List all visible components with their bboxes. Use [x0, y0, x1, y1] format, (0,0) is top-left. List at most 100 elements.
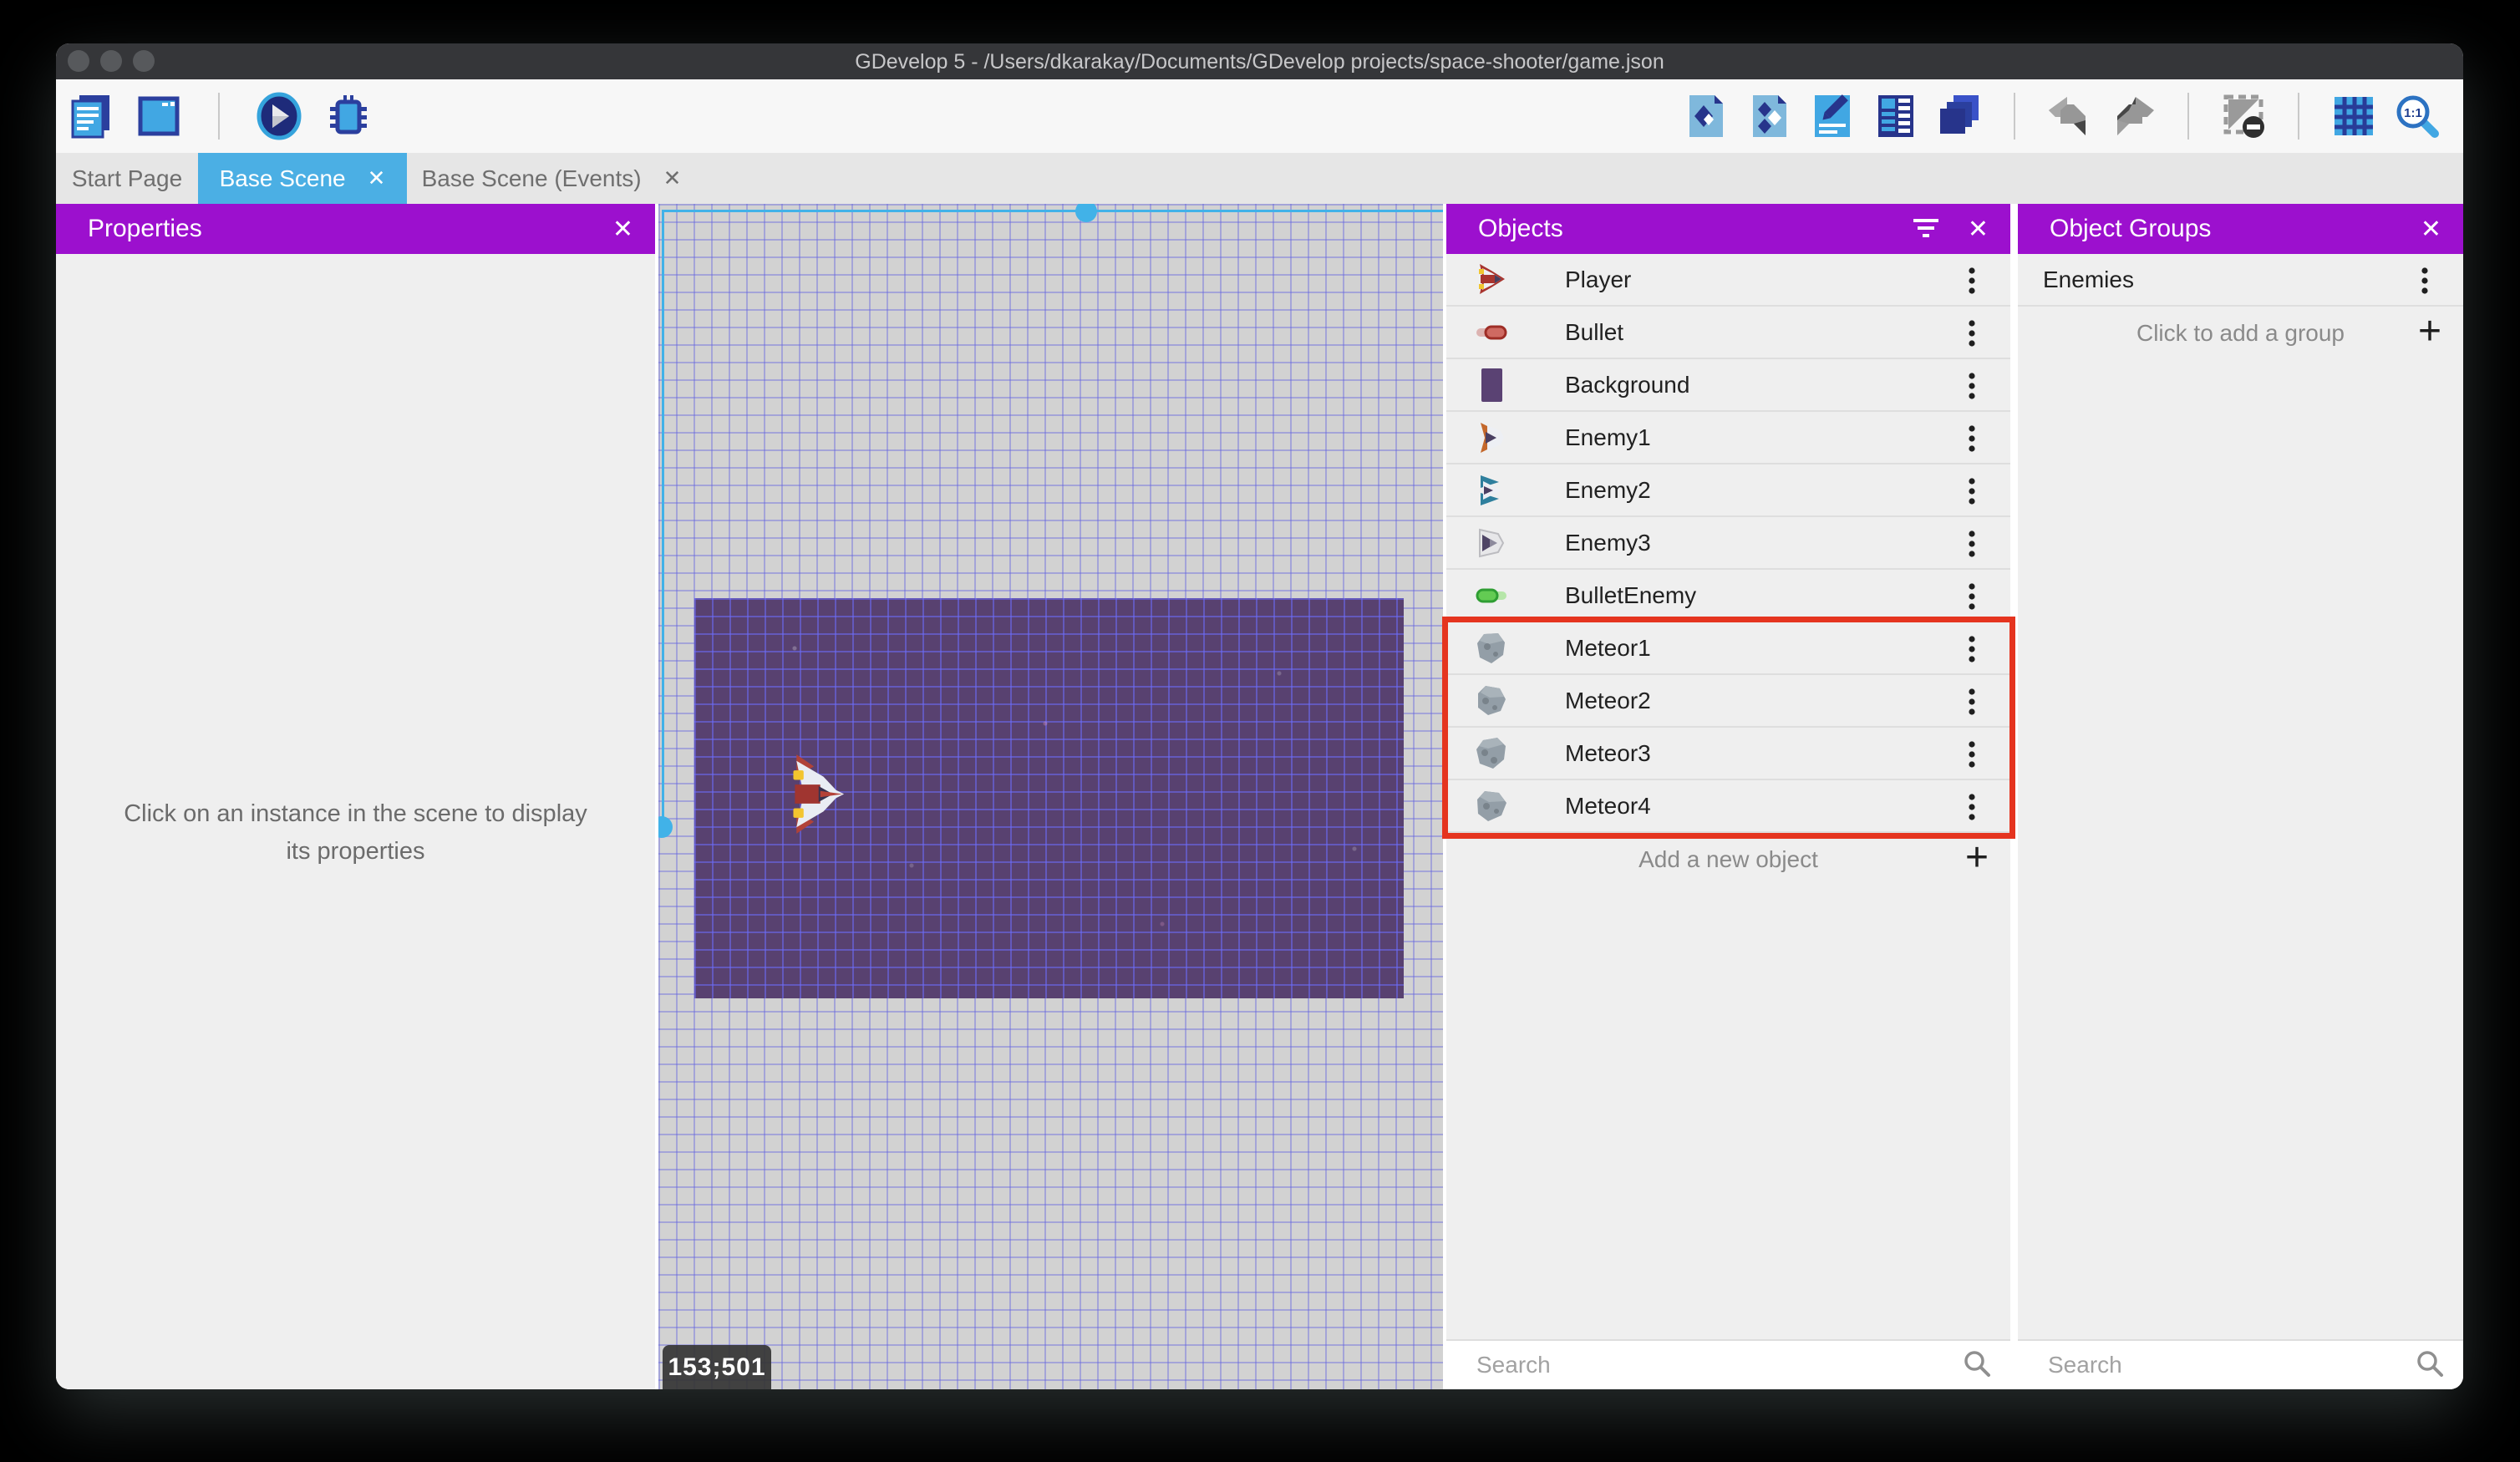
object-groups-panel-header: Object Groups ✕ [2018, 204, 2463, 254]
close-icon[interactable]: ✕ [1968, 204, 1989, 254]
scene-window-icon[interactable] [135, 92, 183, 140]
object-row-background[interactable]: Background [1446, 359, 2010, 412]
object-label: Meteor1 [1565, 634, 1651, 661]
add-object-row[interactable]: Add a new object + [1446, 833, 2010, 886]
plus-icon[interactable]: + [2418, 308, 2441, 354]
svg-text:1:1: 1:1 [2404, 106, 2422, 120]
object-row-bullet[interactable]: Bullet [1446, 307, 2010, 359]
editor-content: Properties ✕ Click on an instance in the… [56, 204, 2463, 1389]
selection-border-left [662, 210, 664, 828]
background-thumbnail-icon [1473, 367, 1510, 404]
kebab-menu-icon[interactable] [1957, 371, 1987, 401]
objects-panel: Objects ✕ Player Bullet Background Enemy1 En… [1442, 204, 2015, 1389]
undo-icon[interactable] [2045, 92, 2094, 140]
object-groups-panel: Object Groups ✕ Enemies Click to add a g… [2018, 204, 2463, 1389]
add-group-label: Click to add a group [2136, 319, 2345, 346]
scene-canvas[interactable]: 153;501 [658, 204, 1443, 1389]
redo-icon[interactable] [2109, 92, 2157, 140]
object-label: Background [1565, 371, 1690, 398]
object-row-enemy3[interactable]: Enemy3 [1446, 517, 2010, 570]
kebab-menu-icon[interactable] [1957, 318, 1987, 348]
instances-list-icon[interactable] [1872, 92, 1920, 140]
enemy2-thumbnail-icon [1473, 472, 1510, 509]
object-label: Bullet [1565, 318, 1624, 345]
group-row-enemies[interactable]: Enemies [2018, 254, 2463, 307]
object-label: BulletEnemy [1565, 581, 1697, 608]
objects-search-input[interactable] [1475, 1351, 1962, 1379]
tab-label: Base Scene [219, 165, 346, 191]
toggle-mask-icon[interactable] [2219, 92, 2268, 140]
object-row-enemy1[interactable]: Enemy1 [1446, 412, 2010, 464]
objects-panel-title: Objects [1478, 215, 1563, 242]
close-tab-icon[interactable]: ✕ [368, 165, 386, 191]
object-row-enemy2[interactable]: Enemy2 [1446, 464, 2010, 517]
bullet-thumbnail-icon [1473, 314, 1510, 351]
selection-handle-left[interactable] [658, 816, 673, 838]
tab-label: Start Page [71, 165, 183, 191]
kebab-menu-icon[interactable] [1957, 266, 1987, 296]
kebab-menu-icon[interactable] [1957, 634, 1987, 664]
title-bar: GDevelop 5 - /Users/dkarakay/Documents/G… [56, 43, 2463, 79]
toggle-grid-icon[interactable] [2329, 92, 2378, 140]
groups-search-input[interactable] [2046, 1351, 2415, 1379]
properties-panel: Properties ✕ Click on an instance in the… [56, 204, 655, 1389]
object-groups-panel-icon[interactable] [1745, 92, 1793, 140]
object-label: Meteor2 [1565, 687, 1651, 713]
search-icon [1962, 1348, 1992, 1383]
main-toolbar: 1:1 [56, 79, 2463, 153]
add-group-row[interactable]: Click to add a group + [2018, 307, 2463, 359]
object-row-meteor2[interactable]: Meteor2 [1446, 675, 2010, 728]
window-title: GDevelop 5 - /Users/dkarakay/Documents/G… [855, 50, 1664, 74]
preview-play-icon[interactable] [255, 92, 303, 140]
properties-panel-header: Properties ✕ [56, 204, 655, 254]
kebab-menu-icon[interactable] [1957, 739, 1987, 769]
layers-panel-icon[interactable] [1935, 92, 1984, 140]
kebab-menu-icon[interactable] [1957, 476, 1987, 506]
kebab-menu-icon[interactable] [2410, 266, 2440, 296]
tab-base-scene-events-[interactable]: Base Scene (Events) ✕ [407, 153, 696, 204]
kebab-menu-icon[interactable] [1957, 687, 1987, 717]
object-row-meteor1[interactable]: Meteor1 [1446, 622, 2010, 675]
editor-tabs: Start Page Base Scene ✕ Base Scene (Events)… [56, 153, 2463, 204]
close-icon[interactable]: ✕ [612, 204, 633, 254]
tab-label: Base Scene (Events) [421, 165, 642, 191]
object-row-meteor3[interactable]: Meteor3 [1446, 728, 2010, 780]
properties-panel-title: Properties [88, 215, 202, 242]
toolbar-separator [2014, 93, 2015, 140]
properties-panel-icon[interactable] [1808, 92, 1857, 140]
zoom-1-1-icon[interactable]: 1:1 [2393, 92, 2441, 140]
objects-panel-header: Objects ✕ [1446, 204, 2010, 254]
enemy1-thumbnail-icon [1473, 419, 1510, 456]
close-icon[interactable]: ✕ [2421, 204, 2441, 254]
object-label: Player [1565, 266, 1632, 292]
kebab-menu-icon[interactable] [1957, 792, 1987, 822]
selection-border-top [662, 210, 1443, 212]
cursor-coordinates-badge: 153;501 [663, 1345, 771, 1389]
gdevelop-window: GDevelop 5 - /Users/dkarakay/Documents/G… [56, 43, 2463, 1389]
object-row-meteor4[interactable]: Meteor4 [1446, 780, 2010, 833]
tab-base-scene[interactable]: Base Scene ✕ [198, 153, 407, 204]
objects-panel-icon[interactable] [1681, 92, 1730, 140]
player-ship-instance[interactable] [785, 754, 846, 834]
object-row-player[interactable]: Player [1446, 254, 2010, 307]
plus-icon[interactable]: + [1965, 835, 1989, 881]
toolbar-separator [2298, 93, 2299, 140]
tab-start-page[interactable]: Start Page [56, 153, 198, 204]
selection-handle-top[interactable] [1075, 204, 1097, 222]
group-label: Enemies [2043, 266, 2134, 292]
kebab-menu-icon[interactable] [1957, 424, 1987, 454]
kebab-menu-icon[interactable] [1957, 581, 1987, 612]
bulletEnemy-thumbnail-icon [1473, 577, 1510, 614]
kebab-menu-icon[interactable] [1957, 529, 1987, 559]
object-row-bulletenemy[interactable]: BulletEnemy [1446, 570, 2010, 622]
properties-empty-message: Click on an instance in the scene to dis… [124, 800, 587, 865]
filter-icon[interactable] [1912, 216, 1940, 247]
objects-search-bar [1446, 1339, 2010, 1389]
meteor3-thumbnail-icon [1473, 735, 1510, 772]
object-label: Enemy2 [1565, 476, 1651, 503]
project-manager-icon[interactable] [66, 92, 114, 140]
close-tab-icon[interactable]: ✕ [663, 165, 682, 191]
toolbar-separator [218, 93, 220, 140]
debug-icon[interactable] [323, 92, 372, 140]
meteor2-thumbnail-icon [1473, 683, 1510, 719]
